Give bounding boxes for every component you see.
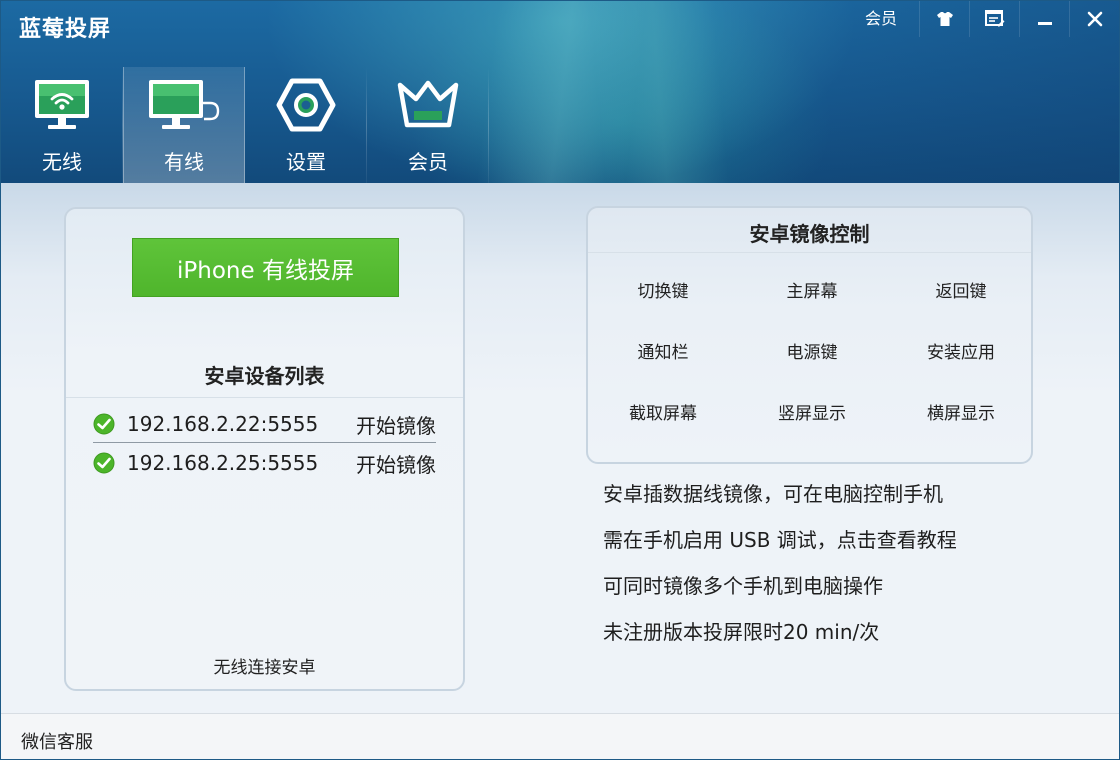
header: 蓝莓投屏 会员 无线 有线 设置 会员 <box>1 1 1119 183</box>
divider <box>588 252 1031 253</box>
tab-wired-label: 有线 <box>164 150 204 174</box>
android-devices-panel: iPhone 有线投屏 安卓设备列表 192.168.2.22:5555 开始镜… <box>64 207 465 691</box>
wired-monitor-icon <box>149 80 220 129</box>
android-mirror-control-panel: 安卓镜像控制 切换键 主屏幕 返回键 通知栏 电源键 安装应用 截取屏幕 竖屏显… <box>586 206 1033 464</box>
app-title: 蓝莓投屏 <box>19 17 112 42</box>
check-icon <box>93 413 115 435</box>
mirror-control-title: 安卓镜像控制 <box>749 222 870 246</box>
device-ip: 192.168.2.25:5555 <box>127 451 319 475</box>
tab-wired[interactable]: 有线 <box>123 67 245 183</box>
shirt-icon <box>936 12 953 26</box>
portrait-display-button[interactable]: 竖屏显示 <box>752 399 872 424</box>
info-line: 未注册版本投屏限时20 min/次 <box>603 620 880 644</box>
wechat-service-link[interactable]: 微信客服 <box>21 728 93 754</box>
footer-bar: 微信客服 <box>1 713 1119 759</box>
power-key-button[interactable]: 电源键 <box>752 338 872 363</box>
tutorial-link[interactable]: 需在手机启用 USB 调试，点击查看教程 <box>603 526 957 572</box>
minimize-button[interactable] <box>1019 1 1069 37</box>
device-row[interactable]: 192.168.2.25:5555 开始镜像 <box>93 444 436 482</box>
back-key-button[interactable]: 返回键 <box>901 277 1021 302</box>
notification-bar-button[interactable]: 通知栏 <box>603 338 723 363</box>
landscape-display-button[interactable]: 横屏显示 <box>901 399 1021 424</box>
crown-icon <box>397 80 459 128</box>
tab-member[interactable]: 会员 <box>367 67 489 183</box>
app-window: 蓝莓投屏 会员 无线 有线 设置 会员 iPhone 有线投屏 安卓设备列表 1… <box>0 0 1120 760</box>
device-list-title: 安卓设备列表 <box>204 364 325 388</box>
check-icon <box>93 452 115 474</box>
window-controls: 会员 <box>865 1 1119 39</box>
switch-key-button[interactable]: 切换键 <box>603 277 723 302</box>
tab-settings-label: 设置 <box>286 150 326 174</box>
tab-member-label: 会员 <box>408 150 448 174</box>
tab-wireless[interactable]: 无线 <box>1 67 123 183</box>
home-screen-button[interactable]: 主屏幕 <box>752 277 872 302</box>
info-line: 可同时镜像多个手机到电脑操作 <box>603 574 883 598</box>
skin-button[interactable] <box>919 1 969 37</box>
hexagon-gear-icon <box>276 78 336 132</box>
device-row[interactable]: 192.168.2.22:5555 开始镜像 <box>93 405 436 443</box>
close-button[interactable] <box>1069 1 1119 37</box>
install-app-button[interactable]: 安装应用 <box>901 338 1021 363</box>
main-content: iPhone 有线投屏 安卓设备列表 192.168.2.22:5555 开始镜… <box>1 183 1119 713</box>
tab-wireless-label: 无线 <box>42 150 82 174</box>
screenshot-button[interactable]: 截取屏幕 <box>603 399 723 424</box>
info-text-block: 安卓插数据线镜像，可在电脑控制手机 需在手机启用 USB 调试，点击查看教程 可… <box>603 480 957 664</box>
feedback-button[interactable] <box>969 1 1019 37</box>
start-mirror-button[interactable]: 开始镜像 <box>356 449 436 478</box>
divider <box>66 397 463 398</box>
iphone-wired-cast-button[interactable]: iPhone 有线投屏 <box>132 238 399 297</box>
close-icon <box>1087 11 1102 27</box>
tab-settings[interactable]: 设置 <box>245 67 367 183</box>
row-divider <box>93 442 436 443</box>
member-link[interactable]: 会员 <box>865 1 919 39</box>
info-line: 安卓插数据线镜像，可在电脑控制手机 <box>603 482 943 506</box>
minimize-icon <box>1037 22 1052 25</box>
wireless-connect-android-link[interactable]: 无线连接安卓 <box>66 653 463 678</box>
device-ip: 192.168.2.22:5555 <box>127 412 319 436</box>
edit-window-icon <box>984 10 1004 27</box>
main-nav: 无线 有线 设置 会员 <box>1 67 489 183</box>
wifi-monitor-icon <box>35 80 89 129</box>
start-mirror-button[interactable]: 开始镜像 <box>356 410 436 439</box>
